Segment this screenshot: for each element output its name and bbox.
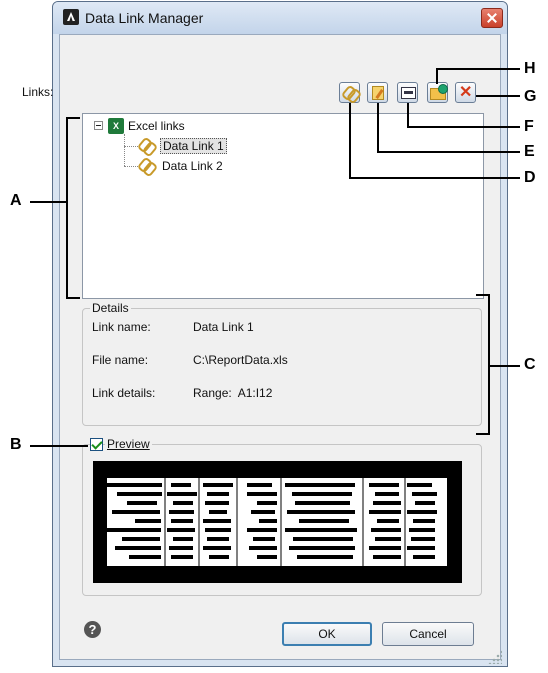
- file-name-label: File name:: [92, 353, 149, 367]
- callout-bracket: [476, 294, 490, 296]
- close-window-button[interactable]: [481, 8, 503, 28]
- link-name-value: Data Link 1: [193, 320, 254, 334]
- folder-refresh-icon: [430, 84, 448, 100]
- new-excel-data-link-button[interactable]: [339, 82, 363, 105]
- link-name-label: Link name:: [92, 320, 151, 334]
- open-excel-file-button[interactable]: [397, 82, 418, 103]
- link-new-excel-file-button[interactable]: [427, 82, 448, 103]
- callout-line: [476, 95, 520, 97]
- table-preview-graphic: [107, 478, 447, 566]
- preview-checkbox[interactable]: [90, 438, 103, 451]
- preview-image: [93, 461, 462, 583]
- tree-connector: [124, 166, 138, 167]
- callout-bracket: [66, 297, 80, 299]
- data-link-icon: [136, 156, 159, 178]
- window-title: Data Link Manager: [85, 10, 204, 26]
- callout-line: [377, 151, 520, 153]
- callout-d: D: [524, 169, 536, 186]
- callout-line: [30, 445, 88, 447]
- ok-button[interactable]: OK: [282, 622, 372, 646]
- tree-item-data-link-1[interactable]: Data Link 1: [160, 138, 227, 154]
- callout-line: [436, 68, 520, 70]
- tree-item-data-link-2[interactable]: Data Link 2: [162, 159, 223, 173]
- help-icon[interactable]: ?: [84, 621, 101, 638]
- preview-label[interactable]: Preview: [105, 437, 152, 451]
- link-details-label: Link details:: [92, 386, 156, 400]
- callout-line: [488, 365, 520, 367]
- file-name-value: C:\ReportData.xls: [193, 353, 288, 367]
- callout-bracket: [66, 117, 80, 119]
- callout-bracket: [476, 433, 490, 435]
- callout-b: B: [10, 436, 22, 453]
- callout-g: G: [524, 88, 537, 105]
- excel-icon: X: [108, 118, 124, 134]
- data-link-icon: [136, 136, 159, 158]
- callout-c: C: [524, 356, 536, 373]
- delete-x-icon: ✕: [459, 84, 473, 101]
- callout-f: F: [524, 118, 534, 135]
- callout-line: [30, 201, 66, 203]
- edit-link-icon: [372, 86, 384, 100]
- tree-connector: [124, 146, 138, 147]
- autocad-app-icon: [63, 9, 79, 25]
- callout-line: [407, 126, 520, 128]
- callout-h: H: [524, 60, 536, 77]
- callout-line: [377, 103, 379, 152]
- callout-bracket: [66, 117, 68, 299]
- callout-line: [407, 103, 409, 127]
- title-bar[interactable]: Data Link Manager: [53, 2, 507, 34]
- delete-data-link-button[interactable]: ✕: [455, 82, 476, 103]
- callout-a: A: [10, 192, 22, 209]
- collapse-toggle-icon[interactable]: [94, 121, 103, 130]
- callout-line: [436, 68, 438, 84]
- link-details-value: Range: A1:I12: [193, 386, 273, 400]
- tree-root-excel-links[interactable]: Excel links: [128, 119, 185, 133]
- modify-data-link-button[interactable]: [367, 82, 388, 103]
- tree-connector: [124, 134, 125, 166]
- links-label: Links:: [22, 85, 54, 99]
- callout-e: E: [524, 143, 535, 160]
- callout-line: [349, 103, 351, 178]
- callout-line: [349, 177, 520, 179]
- details-title: Details: [90, 301, 131, 315]
- cancel-button[interactable]: Cancel: [382, 622, 474, 646]
- open-file-icon: [401, 87, 416, 99]
